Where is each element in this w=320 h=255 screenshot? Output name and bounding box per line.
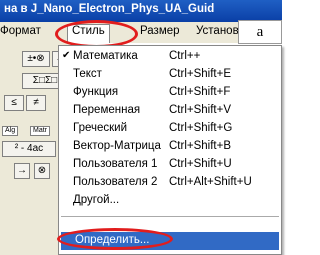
menu-item-shortcut: Ctrl+Shift+U xyxy=(169,158,232,170)
menu-item-shortcut: Ctrl+Shift+F xyxy=(169,86,231,98)
menu-item-label: Функция xyxy=(73,86,119,98)
menu-item-shortcut: Ctrl+Shift+E xyxy=(169,68,231,80)
style-dropdown-menu: ✔ Математика Ctrl++ Текст Ctrl+Shift+E Ф… xyxy=(58,45,282,255)
menu-item-label: Переменная xyxy=(73,104,141,116)
menu-item-math[interactable]: ✔ Математика Ctrl++ xyxy=(59,48,281,66)
menu-item-label: Текст xyxy=(73,68,102,80)
menu-item-label: Вектор-Матрица xyxy=(73,140,161,152)
annotation-ring-define xyxy=(57,228,173,250)
inequality-button[interactable]: ≠ xyxy=(26,95,46,111)
menu-item-shortcut: Ctrl+Alt+Shift+U xyxy=(169,176,252,188)
menu-item-greek[interactable]: Греческий Ctrl+Shift+G xyxy=(59,120,281,138)
menu-item-variable[interactable]: Переменная Ctrl+Shift+V xyxy=(59,102,281,120)
tab-matrix[interactable]: Matr xyxy=(30,126,50,136)
product-button[interactable]: ⊗ xyxy=(34,163,50,179)
menu-size[interactable]: Размер xyxy=(140,25,180,37)
menu-item-shortcut: Ctrl+Shift+G xyxy=(169,122,233,134)
menu-item-shortcut: Ctrl+Shift+V xyxy=(169,104,231,116)
operators-button[interactable]: ±•⊗ xyxy=(22,51,50,67)
menu-item-label: Математика xyxy=(73,50,138,62)
menu-item-user-1[interactable]: Пользователя 1 Ctrl+Shift+U xyxy=(59,156,281,174)
formula-button[interactable]: ² - 4ac xyxy=(2,141,56,157)
window-title: на в J_Nano_Electron_Phys_UA_Guid xyxy=(0,0,282,22)
menu-item-shortcut: Ctrl++ xyxy=(169,50,201,62)
panel-label: a xyxy=(238,20,282,44)
menu-format[interactable]: Формат xyxy=(0,25,41,37)
menu-item-user-2[interactable]: Пользователя 2 Ctrl+Alt+Shift+U xyxy=(59,174,281,192)
relations-button[interactable]: ≤ xyxy=(4,95,24,111)
menu-item-label: Пользователя 2 xyxy=(73,176,158,188)
check-icon: ✔ xyxy=(62,50,71,61)
menu-item-label: Пользователя 1 xyxy=(73,158,158,170)
menu-item-label: Другой... xyxy=(73,194,120,206)
menu-item-text[interactable]: Текст Ctrl+Shift+E xyxy=(59,66,281,84)
arrow-button[interactable]: → xyxy=(14,163,30,179)
menu-item-other[interactable]: Другой... xyxy=(59,192,281,210)
annotation-ring-style xyxy=(55,20,138,48)
menu-item-label: Греческий xyxy=(73,122,128,134)
menu-item-vector-matrix[interactable]: Вектор-Матрица Ctrl+Shift+B xyxy=(59,138,281,156)
menu-separator xyxy=(61,216,279,217)
menu-item-function[interactable]: Функция Ctrl+Shift+F xyxy=(59,84,281,102)
menu-item-shortcut: Ctrl+Shift+B xyxy=(169,140,231,152)
tab-algebra[interactable]: Alg xyxy=(2,126,19,136)
